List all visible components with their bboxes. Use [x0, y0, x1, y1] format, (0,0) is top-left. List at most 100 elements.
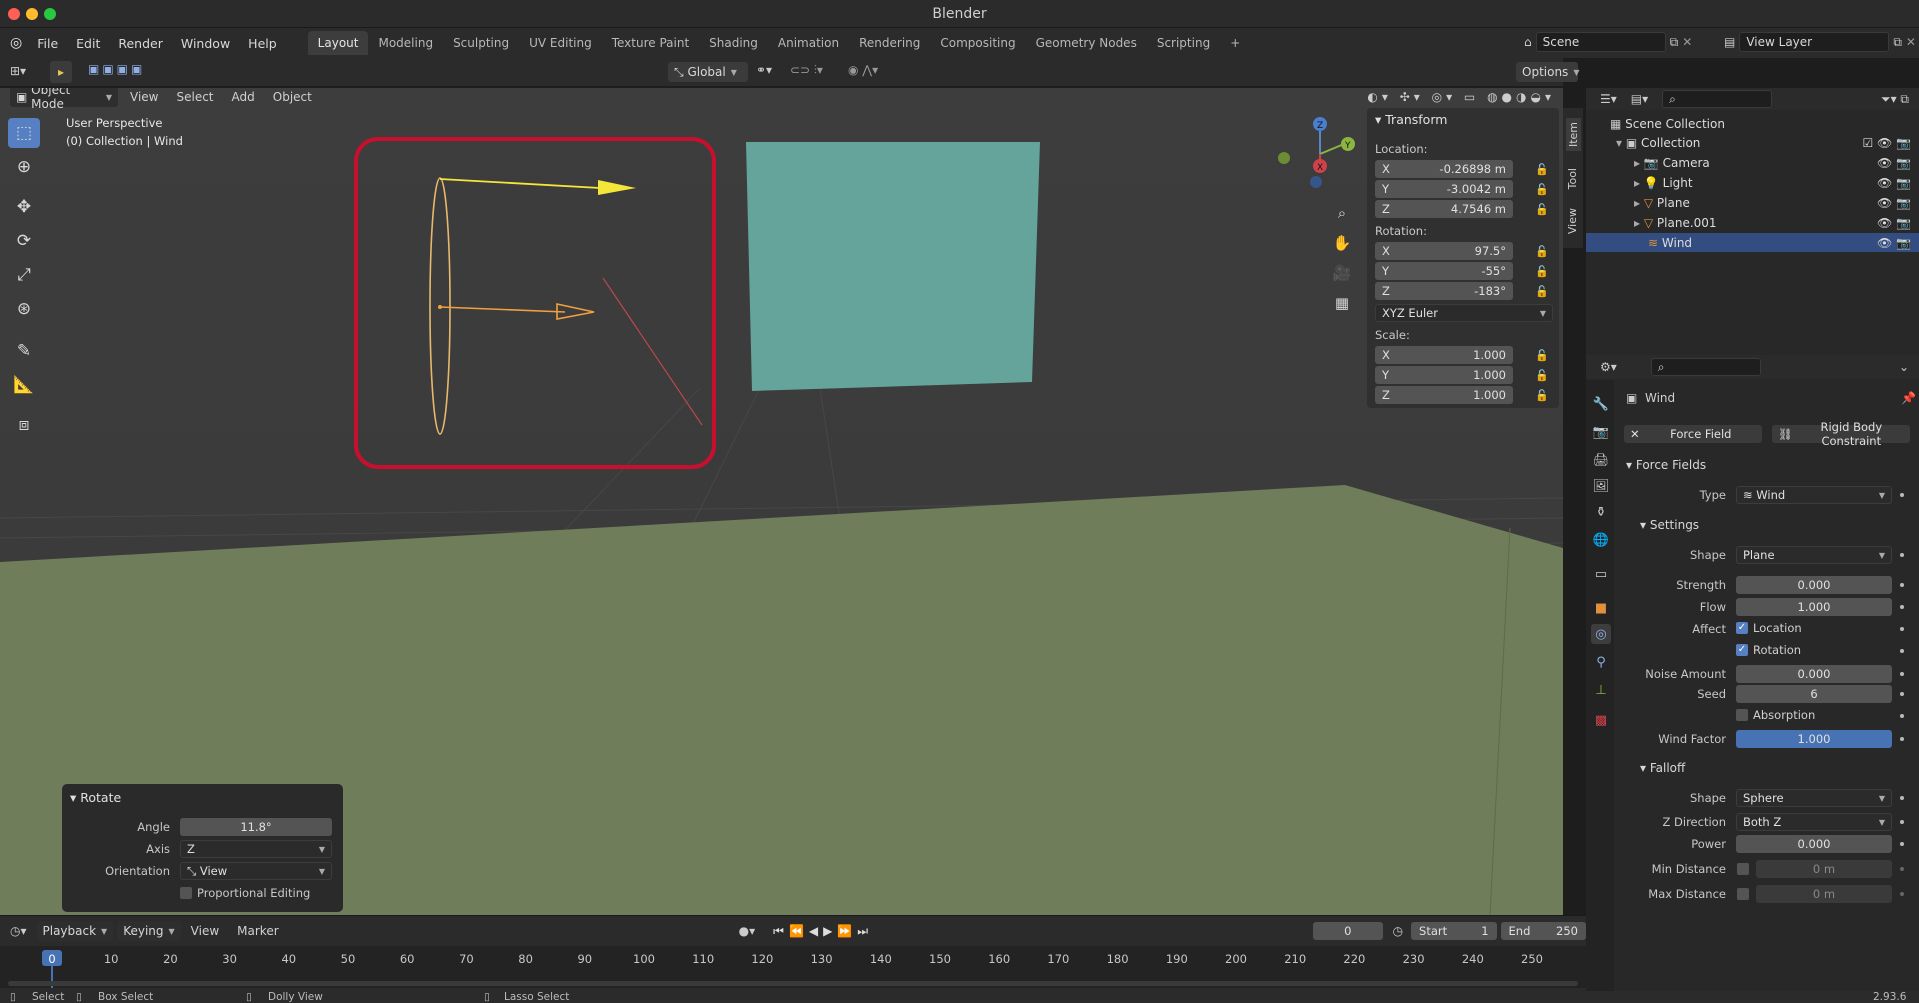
annotate-tool-icon[interactable]: ✎ [8, 336, 40, 366]
tab-rendering[interactable]: Rendering [849, 31, 930, 55]
lock-icon[interactable]: 🔓 [1535, 163, 1549, 176]
playback-dropdown[interactable]: Playback ▼ [36, 921, 114, 941]
orientation-dropdown[interactable]: ⤡ View ▼ [180, 862, 332, 880]
tab-texture-paint[interactable]: Texture Paint [602, 31, 699, 55]
gizmo-neg-y-icon[interactable] [1278, 152, 1290, 164]
location-x-field[interactable]: X -0.26898 m [1375, 160, 1513, 178]
collection-visibility-icons[interactable]: ☑ 👁 📷 [1862, 136, 1911, 150]
properties-search-input[interactable]: ⌕ [1650, 358, 1761, 376]
pin-icon[interactable]: 📌 [1901, 391, 1916, 405]
scale-x-field[interactable]: X 1.000 [1375, 346, 1513, 364]
outliner-item-light[interactable]: ▸ 💡 Light 👁 📷 [1586, 173, 1919, 192]
gizmo-neg-z-icon[interactable] [1310, 176, 1322, 188]
falloff-panel-header[interactable]: ▾ Falloff [1640, 761, 1685, 775]
timeline-scrollbar[interactable] [8, 981, 1578, 986]
maximize-window-button[interactable] [44, 8, 56, 20]
editor-type-icon[interactable]: ⊞▾ [10, 64, 26, 78]
force-fields-panel-header[interactable]: ▾ Force Fields [1626, 458, 1706, 472]
menu-edit[interactable]: Edit [67, 36, 109, 51]
min-distance-field[interactable]: 0 m [1756, 860, 1892, 878]
wind-factor-field[interactable]: 1.000 [1736, 730, 1892, 748]
affect-location-checkbox[interactable]: ✓ Location [1736, 621, 1802, 635]
menu-select[interactable]: Select [176, 90, 213, 104]
noise-amount-field[interactable]: 0.000 [1736, 665, 1892, 683]
menu-object[interactable]: Object [273, 90, 312, 104]
rigid-body-constraint-button[interactable]: ⛓ Rigid Body Constraint [1772, 420, 1910, 448]
lock-icon[interactable]: 🔓 [1535, 245, 1549, 258]
keyframe-dot[interactable] [1900, 867, 1904, 871]
scale-z-field[interactable]: Z 1.000 [1375, 386, 1513, 404]
tab-sculpting[interactable]: Sculpting [443, 31, 519, 55]
seed-field[interactable]: 6 [1736, 685, 1892, 703]
outliner-editor-icon[interactable]: ☰▾ [1600, 92, 1617, 106]
scene-icon[interactable]: ⌂ [1524, 35, 1532, 49]
tab-scripting[interactable]: Scripting [1147, 31, 1220, 55]
view-layer-tab-icon[interactable]: 🖼 [1591, 476, 1611, 496]
falloff-shape-dropdown[interactable]: Sphere ▼ [1736, 789, 1892, 807]
measure-tool-icon[interactable]: 📐 [8, 370, 40, 400]
tab-view[interactable]: View [1566, 208, 1579, 234]
outliner-search-input[interactable]: ⌕ [1662, 90, 1773, 108]
outliner-item-plane-001[interactable]: ▸ ▽ Plane.001 👁 📷 [1586, 213, 1919, 232]
z-direction-dropdown[interactable]: Both Z ▼ [1736, 813, 1892, 831]
pan-hand-icon[interactable]: ✋ [1330, 228, 1354, 258]
cursor-tool-icon[interactable]: ⊕ [8, 152, 40, 182]
menu-file[interactable]: File [28, 36, 67, 51]
mode-dropdown[interactable]: ▣ Object Mode ▼ [10, 88, 118, 111]
proportional-editing-checkbox[interactable]: Proportional Editing [180, 886, 310, 900]
menu-render[interactable]: Render [109, 36, 172, 51]
scene-field[interactable]: Scene [1535, 32, 1666, 52]
location-y-field[interactable]: Y -3.0042 m [1375, 180, 1513, 198]
texture-tab-icon[interactable]: ▩ [1591, 710, 1611, 730]
viewport-shading-icons[interactable]: ◐▾ ✣▾ ◎▾ ▭ ◍●◑◒▾ [1367, 90, 1555, 104]
display-mode-icon[interactable]: ▤▾ [1631, 92, 1648, 106]
rotation-z-field[interactable]: Z -183° [1375, 282, 1513, 300]
settings-panel-header[interactable]: ▾ Settings [1640, 518, 1699, 532]
keyframe-dot[interactable] [1900, 737, 1904, 741]
visibility-icons[interactable]: 👁 📷 [1877, 196, 1911, 210]
lock-icon[interactable]: 🔓 [1535, 349, 1549, 362]
view-layer-icon[interactable]: ▤ [1724, 35, 1735, 49]
render-tab-icon[interactable]: 📷 [1591, 422, 1611, 442]
keyframe-dot[interactable] [1900, 627, 1904, 631]
keyframe-dot[interactable] [1900, 553, 1904, 557]
max-distance-field[interactable]: 0 m [1756, 885, 1892, 903]
lock-icon[interactable]: 🔓 [1535, 183, 1549, 196]
view-layer-field[interactable]: View Layer [1739, 32, 1890, 52]
outliner-item-wind[interactable]: ≋ Wind 👁 📷 [1586, 233, 1919, 252]
tab-uv-editing[interactable]: UV Editing [519, 31, 602, 55]
tab-layout[interactable]: Layout [307, 31, 369, 55]
keyframe-dot[interactable] [1900, 796, 1904, 800]
min-distance-checkbox[interactable] [1737, 863, 1749, 875]
keying-dropdown[interactable]: Keying ▼ [117, 921, 181, 941]
redo-panel-header[interactable]: ▾ Rotate [70, 790, 121, 805]
scene-tab-icon[interactable]: ⚱ [1591, 502, 1611, 522]
close-window-button[interactable] [8, 8, 20, 20]
menu-add[interactable]: Add [232, 90, 255, 104]
expand-icon[interactable]: ▾ [1616, 136, 1622, 150]
outliner-item-plane[interactable]: ▸ ▽ Plane 👁 📷 [1586, 193, 1919, 212]
select-tool-icon[interactable]: ⬚ [8, 118, 40, 148]
output-tab-icon[interactable]: 🖨 [1591, 450, 1611, 470]
tab-modeling[interactable]: Modeling [368, 31, 443, 55]
lock-icon[interactable]: 🔓 [1535, 285, 1549, 298]
tab-geometry-nodes[interactable]: Geometry Nodes [1026, 31, 1147, 55]
visibility-icons[interactable]: 👁 📷 [1877, 156, 1911, 170]
physics-tab-icon[interactable]: ◎ [1591, 624, 1611, 644]
keyframe-dot[interactable] [1900, 714, 1904, 718]
lock-icon[interactable]: 🔓 [1535, 203, 1549, 216]
keyframe-dot[interactable] [1900, 583, 1904, 587]
menu-timeline-view[interactable]: View [191, 924, 219, 938]
outliner-scene-collection[interactable]: ▦ Scene Collection [1586, 114, 1919, 133]
chevron-down-icon[interactable]: ⌄ [1899, 360, 1909, 374]
ortho-grid-icon[interactable]: ▦ [1330, 288, 1354, 318]
scale-y-field[interactable]: Y 1.000 [1375, 366, 1513, 384]
timeline-editor-icon[interactable]: ◷▾ [10, 924, 27, 938]
new-scene-icon[interactable]: ⧉ [1670, 35, 1679, 50]
navigation-gizmo[interactable]: Z Y X [1268, 114, 1358, 194]
remove-force-field-button[interactable]: ✕ Force Field [1624, 425, 1762, 443]
keyframe-dot[interactable] [1900, 892, 1904, 896]
snap-icon[interactable]: ⊂⊃ ⫶▾ [790, 63, 823, 78]
proportional-edit-icon[interactable]: ◉ ⋀▾ [848, 63, 878, 77]
transform-panel-header[interactable]: ▾ Transform [1375, 112, 1447, 127]
